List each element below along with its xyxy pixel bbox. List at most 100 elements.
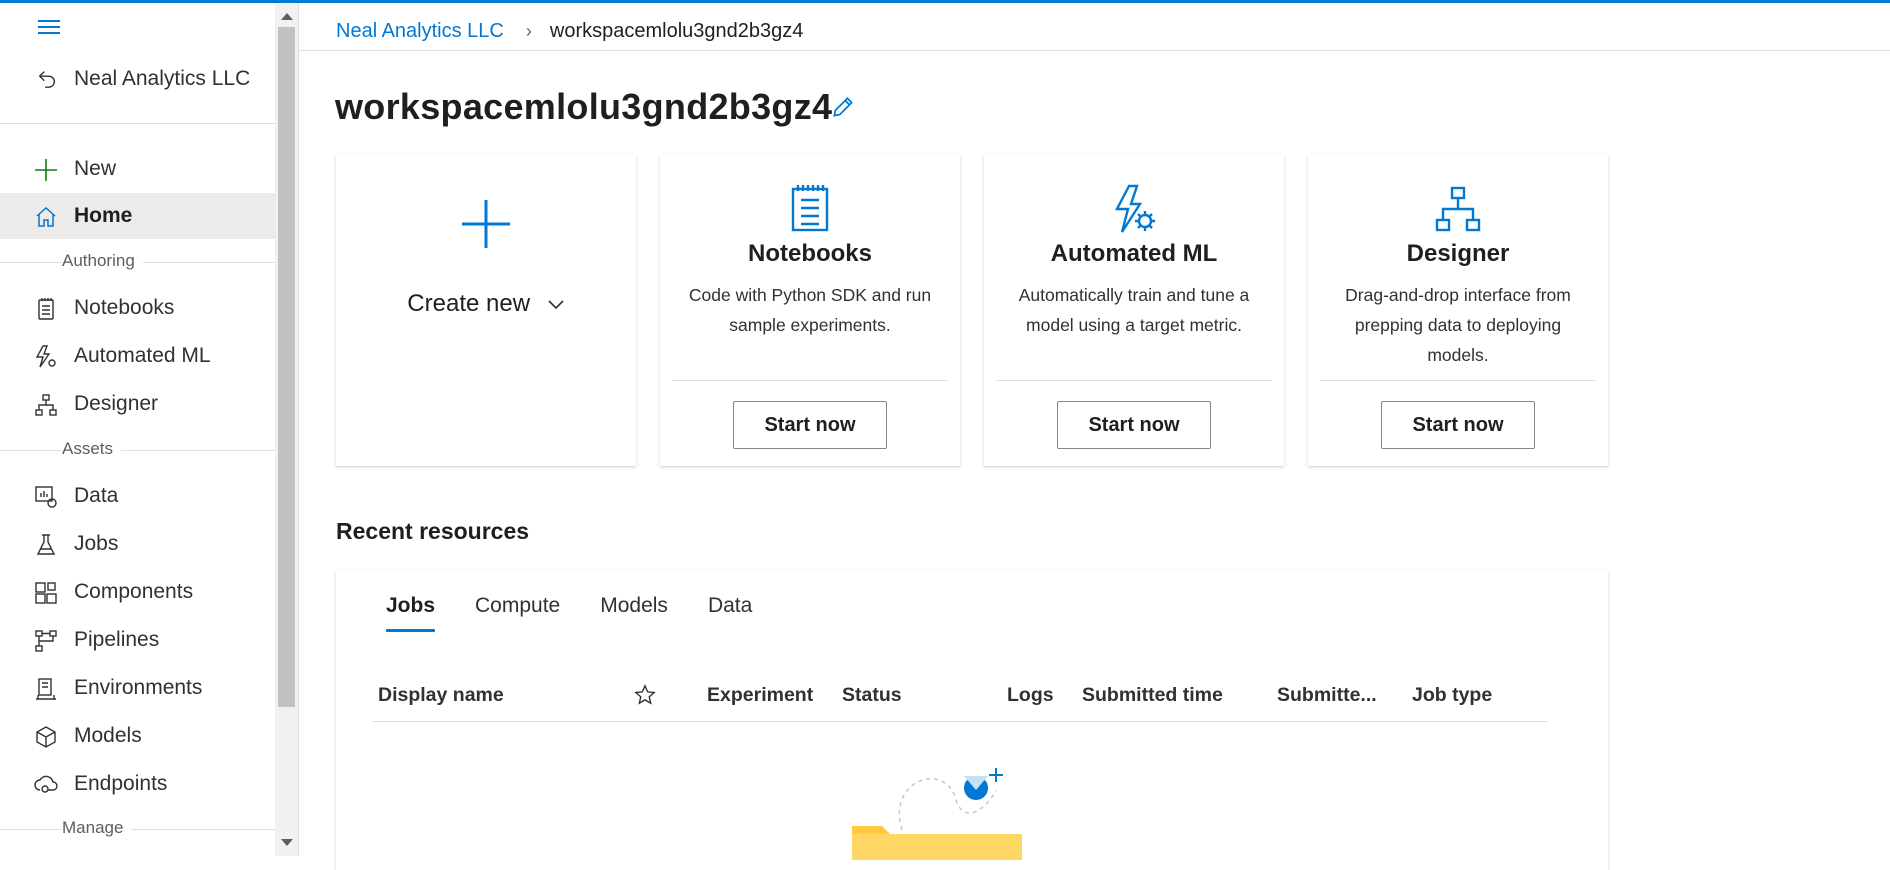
nav-item-notebooks[interactable]: Notebooks xyxy=(0,285,275,331)
recent-tabs: Jobs Compute Models Data xyxy=(386,594,792,632)
nav-item-new[interactable]: New xyxy=(0,146,275,192)
divider xyxy=(1320,380,1596,381)
tab-compute[interactable]: Compute xyxy=(475,594,560,632)
chevron-down-icon xyxy=(548,300,564,309)
notebooks-card: Notebooks Code with Python SDK and run s… xyxy=(660,154,960,466)
cube-icon xyxy=(36,726,56,748)
scroll-down-icon[interactable] xyxy=(281,839,293,846)
create-new-card: Create new xyxy=(336,154,636,466)
card-title: Automated ML xyxy=(1050,240,1218,267)
create-new-dropdown[interactable]: Create new xyxy=(336,290,636,318)
nav-label-jobs: Jobs xyxy=(74,532,119,555)
nav-label-notebooks: Notebooks xyxy=(74,296,175,319)
card-description: Automatically train and tune a model usi… xyxy=(1018,285,1250,335)
card-title: Notebooks xyxy=(747,240,872,267)
plus-icon xyxy=(462,200,510,248)
breadcrumb: Neal Analytics LLC › workspacemlolu3gnd2… xyxy=(336,16,803,46)
nav-item-components[interactable]: Components xyxy=(0,569,275,615)
data-icon xyxy=(35,486,57,508)
nav-item-models[interactable]: Models xyxy=(0,713,275,759)
section-label: Authoring xyxy=(62,251,143,271)
directory-label: Neal Analytics LLC xyxy=(74,67,251,90)
nav-item-environments[interactable]: Environments xyxy=(0,665,275,711)
designer-icon xyxy=(1435,186,1481,232)
section-authoring: Authoring xyxy=(0,251,275,271)
nav-item-home[interactable]: Home xyxy=(0,193,275,239)
divider xyxy=(299,50,1890,51)
pipeline-icon xyxy=(35,630,57,652)
tab-models[interactable]: Models xyxy=(600,594,668,632)
column-header-submitted-by[interactable]: Submitte... xyxy=(1277,684,1377,707)
notebook-icon xyxy=(791,185,829,232)
nav-label-components: Components xyxy=(74,580,194,603)
breadcrumb-current: workspacemlolu3gnd2b3gz4 xyxy=(549,19,804,42)
sidebar-scrollbar[interactable] xyxy=(275,3,298,856)
automated-ml-card: Automated ML Automatically train and tun… xyxy=(984,154,1284,466)
notebook-icon xyxy=(38,298,54,320)
column-header-logs[interactable]: Logs xyxy=(1007,684,1054,707)
nav-item-jobs[interactable]: Jobs xyxy=(0,521,275,567)
hamburger-menu-icon[interactable] xyxy=(38,20,60,36)
divider xyxy=(298,3,299,856)
scrollbar-thumb[interactable] xyxy=(278,27,295,707)
recent-resources-panel: Jobs Compute Models Data Display name Ex… xyxy=(336,570,1608,870)
nav-item-endpoints[interactable]: Endpoints xyxy=(0,761,275,807)
left-nav: Neal Analytics LLC New Home Authoring No… xyxy=(0,3,275,856)
create-new-label: Create new xyxy=(407,290,531,317)
notebooks-start-now-button[interactable]: Start now xyxy=(733,401,887,449)
chevron-right-icon: › xyxy=(525,20,532,41)
divider xyxy=(996,380,1272,381)
section-assets: Assets xyxy=(0,439,275,459)
automl-icon xyxy=(1115,184,1155,233)
recent-resources-heading: Recent resources xyxy=(336,518,530,544)
components-icon xyxy=(35,582,57,604)
section-manage: Manage xyxy=(0,818,275,838)
designer-start-now-button[interactable]: Start now xyxy=(1381,401,1535,449)
endpoint-icon xyxy=(34,775,58,793)
nav-label-data: Data xyxy=(74,484,119,507)
nav-label-models: Models xyxy=(74,724,142,747)
nav-label-pipelines: Pipelines xyxy=(74,628,160,651)
page-title: workspacemlolu3gnd2b3gz4 xyxy=(335,86,833,127)
tab-jobs[interactable]: Jobs xyxy=(386,594,436,632)
automated-ml-start-now-button[interactable]: Start now xyxy=(1057,401,1211,449)
scroll-up-icon[interactable] xyxy=(281,13,293,20)
section-label: Manage xyxy=(62,818,132,838)
card-title: Designer xyxy=(1406,240,1510,267)
column-header-submitted-time[interactable]: Submitted time xyxy=(1082,684,1223,707)
nav-label-home: Home xyxy=(74,204,133,227)
column-header-job-type[interactable]: Job type xyxy=(1412,684,1492,707)
column-header-status[interactable]: Status xyxy=(842,684,902,707)
divider xyxy=(672,380,948,381)
designer-icon xyxy=(35,394,57,416)
automl-icon xyxy=(35,345,56,368)
plus-icon xyxy=(35,159,57,181)
edit-pencil-icon[interactable] xyxy=(830,94,856,120)
column-header-experiment[interactable]: Experiment xyxy=(707,684,813,707)
nav-item-pipelines[interactable]: Pipelines xyxy=(0,617,275,663)
nav-item-data[interactable]: Data xyxy=(0,473,275,519)
back-to-directory-link[interactable]: Neal Analytics LLC xyxy=(0,61,275,97)
nav-item-automated-ml[interactable]: Automated ML xyxy=(0,333,275,379)
column-header-display-name[interactable]: Display name xyxy=(378,684,504,707)
nav-label-endpoints: Endpoints xyxy=(74,772,168,795)
environment-icon xyxy=(36,678,56,700)
card-description: Drag-and-drop interface from prepping da… xyxy=(1345,285,1571,365)
card-description: Code with Python SDK and run sample expe… xyxy=(688,285,932,335)
nav-label-designer: Designer xyxy=(74,392,159,415)
tab-data[interactable]: Data xyxy=(708,594,752,632)
star-icon[interactable] xyxy=(634,684,656,706)
home-icon xyxy=(36,206,56,227)
nav-label-environments: Environments xyxy=(74,676,203,699)
nav-label-new: New xyxy=(74,157,117,180)
designer-card: Designer Drag-and-drop interface from pr… xyxy=(1308,154,1608,466)
back-arrow-icon xyxy=(38,71,55,88)
flask-icon xyxy=(36,534,56,555)
nav-item-designer[interactable]: Designer xyxy=(0,381,275,427)
empty-state-illustration xyxy=(852,768,1022,860)
section-label: Assets xyxy=(62,439,122,459)
nav-label-automated-ml: Automated ML xyxy=(74,344,211,367)
table-header-row: Display name Experiment Status Logs Subm… xyxy=(372,680,1548,722)
breadcrumb-directory-link[interactable]: Neal Analytics LLC xyxy=(336,20,504,43)
divider xyxy=(0,123,275,124)
